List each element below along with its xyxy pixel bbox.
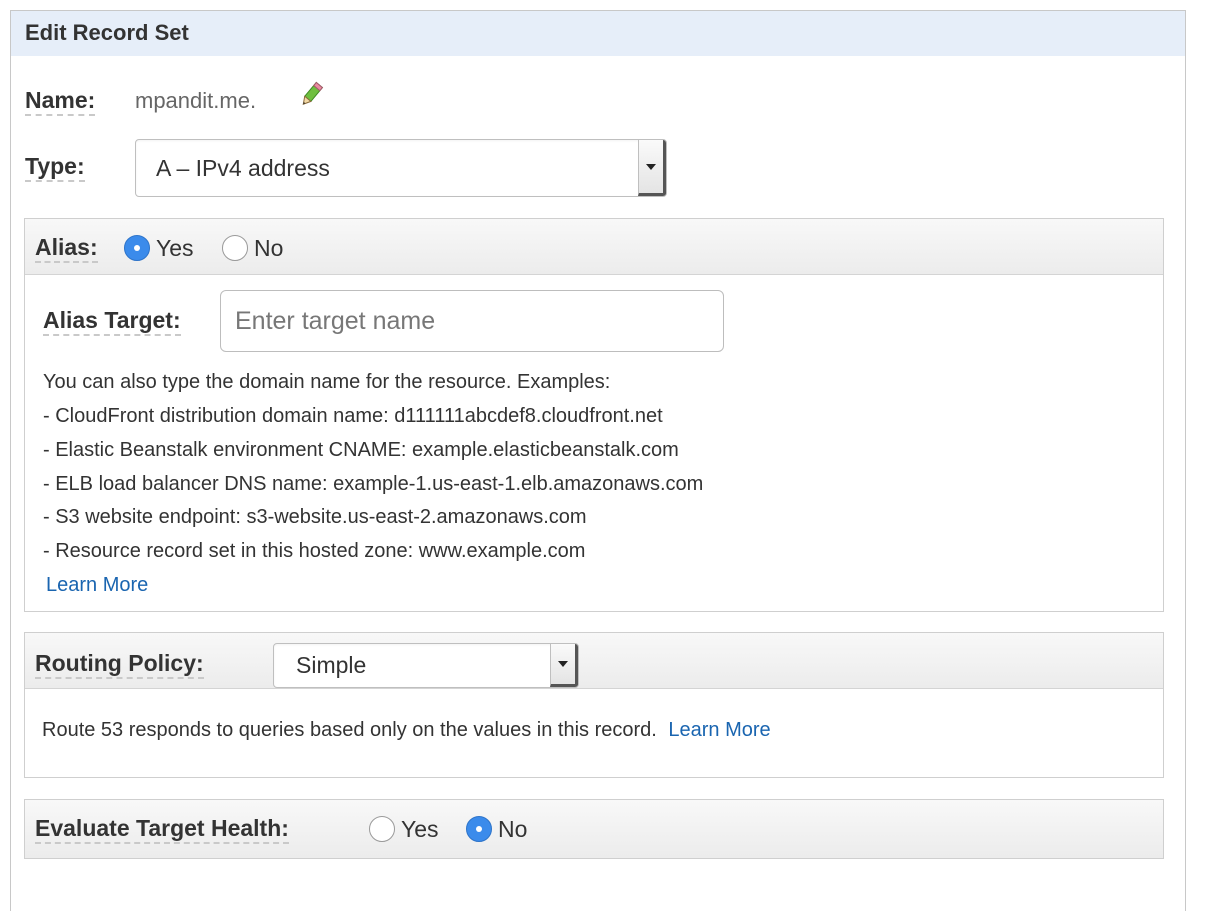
type-select[interactable]: A – IPv4 address [135,139,667,197]
alias-example: - Elastic Beanstalk environment CNAME: e… [43,439,679,461]
alias-yes-radio[interactable] [124,235,150,261]
routing-policy-select[interactable]: Simple [273,643,579,688]
name-value: mpandit.me. [135,88,257,113]
alias-header [25,219,1163,275]
health-no-radio[interactable] [466,816,492,842]
panel-title: Edit Record Set [11,11,1185,56]
alias-label: Alias: [35,234,98,263]
evaluate-health-label: Evaluate Target Health: [35,815,289,844]
routing-policy-label: Routing Policy: [35,650,204,679]
alias-target-input[interactable] [220,290,724,352]
routing-description: Route 53 responds to queries based only … [42,719,771,742]
alias-no-label[interactable]: No [254,235,283,262]
alias-intro-text: You can also type the domain name for th… [43,371,611,393]
alias-learn-more-link[interactable]: Learn More [46,574,148,597]
routing-policy-value: Simple [296,652,367,678]
chevron-down-icon[interactable] [550,644,578,687]
routing-description-text: Route 53 responds to queries based only … [42,719,657,741]
name-label: Name: [25,87,96,116]
alias-yes-label[interactable]: Yes [156,235,194,262]
routing-learn-more-link[interactable]: Learn More [668,719,770,741]
alias-example: - Resource record set in this hosted zon… [43,540,586,562]
alias-no-radio[interactable] [222,235,248,261]
health-yes-radio[interactable] [369,816,395,842]
pencil-icon[interactable] [296,80,326,110]
alias-example: - CloudFront distribution domain name: d… [43,405,663,427]
health-yes-label[interactable]: Yes [401,816,439,843]
alias-example: - S3 website endpoint: s3-website.us-eas… [43,506,587,528]
type-select-value: A – IPv4 address [156,154,330,181]
chevron-down-icon[interactable] [638,140,666,196]
alias-target-label: Alias Target: [43,307,181,336]
alias-example: - ELB load balancer DNS name: example-1.… [43,473,704,495]
health-no-label[interactable]: No [498,816,527,843]
type-label: Type: [25,153,85,182]
